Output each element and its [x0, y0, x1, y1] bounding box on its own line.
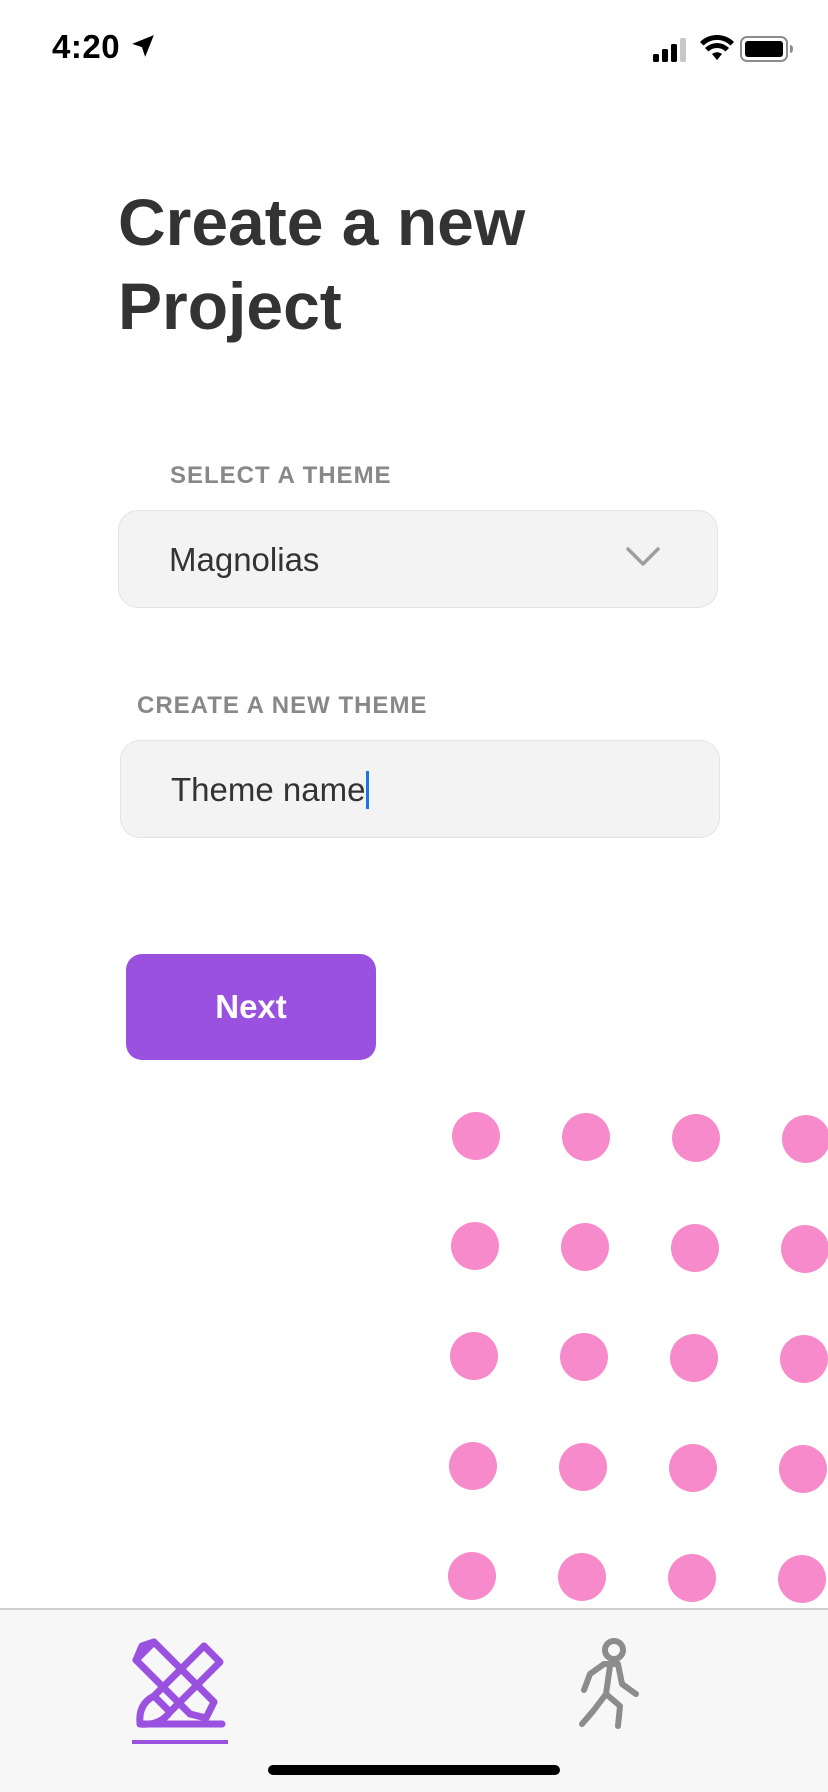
tab-create[interactable]: [130, 1638, 230, 1748]
decorative-dot: [562, 1113, 610, 1161]
decorative-dot: [561, 1223, 609, 1271]
decorative-dot: [778, 1555, 826, 1603]
location-arrow-icon: [132, 35, 154, 57]
select-theme-label: SELECT A THEME: [170, 462, 392, 489]
active-tab-indicator: [132, 1740, 228, 1744]
theme-select-value: Magnolias: [169, 541, 320, 578]
theme-name-input[interactable]: Theme name: [120, 740, 720, 838]
theme-select-dropdown[interactable]: Magnolias: [118, 510, 718, 608]
decorative-dot: [450, 1332, 498, 1380]
decorative-dot: [448, 1552, 496, 1600]
decorative-dot: [668, 1554, 716, 1602]
decorative-dot: [669, 1444, 717, 1492]
decorative-dot: [559, 1443, 607, 1491]
next-button[interactable]: Next: [126, 954, 376, 1060]
person-walking-icon: [579, 1638, 639, 1729]
page-title: Create a new Project: [118, 185, 526, 343]
status-time: 4:20: [52, 28, 121, 65]
decorative-dot: [451, 1222, 499, 1270]
theme-name-field-text: Theme name: [171, 771, 370, 809]
battery-icon: [740, 36, 793, 62]
decorative-dot: [558, 1553, 606, 1601]
decorative-dot: [671, 1224, 719, 1272]
decorative-dot: [670, 1334, 718, 1382]
home-indicator: [268, 1765, 560, 1775]
decorative-dot: [449, 1442, 497, 1490]
decorative-dot: [780, 1335, 828, 1383]
wifi-icon: [700, 35, 734, 60]
tab-explore[interactable]: [574, 1638, 664, 1748]
pencil-brush-icon: [132, 1638, 226, 1728]
create-theme-label: CREATE A NEW THEME: [137, 692, 428, 719]
cellular-signal-icon: [653, 38, 686, 62]
decorative-dot: [782, 1115, 828, 1163]
decorative-dot: [560, 1333, 608, 1381]
status-bar: 4:20: [0, 0, 828, 96]
chevron-down-icon: [626, 547, 660, 566]
decorative-dot: [672, 1114, 720, 1162]
text-caret: [366, 771, 370, 809]
decorative-dot: [781, 1225, 828, 1273]
decorative-dot: [452, 1112, 500, 1160]
theme-name-value: Theme name: [171, 771, 366, 808]
decorative-dot: [779, 1445, 827, 1493]
